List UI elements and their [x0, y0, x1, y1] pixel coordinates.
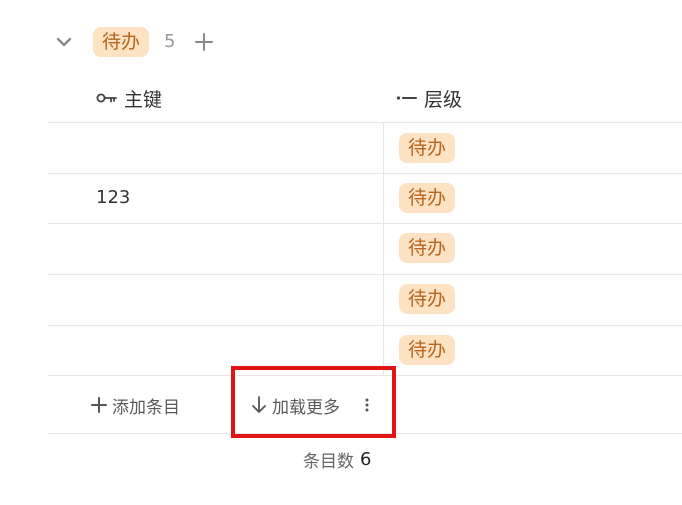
chevron-down-icon[interactable]	[54, 32, 74, 52]
table-row[interactable]: 123 待办	[0, 173, 682, 223]
more-options-icon[interactable]	[360, 396, 374, 414]
add-entry-label: 添加条目	[112, 397, 180, 418]
level-tag[interactable]: 待办	[399, 284, 456, 314]
key-icon	[96, 93, 117, 103]
column-header-level-label: 层级	[424, 88, 463, 111]
group-header: 待办 5	[0, 22, 682, 62]
column-header-level[interactable]: 层级	[396, 78, 462, 118]
level-tag[interactable]: 待办	[399, 335, 456, 365]
level-icon	[396, 96, 417, 100]
arrow-down-icon	[252, 396, 266, 413]
entry-count-label: 条目数	[303, 452, 354, 472]
cell-key[interactable]: 123	[96, 173, 130, 223]
level-tag[interactable]: 待办	[399, 183, 456, 213]
plus-icon	[91, 397, 107, 413]
table-row[interactable]: 待办	[0, 325, 682, 375]
table-row[interactable]: 待办	[0, 223, 682, 273]
add-entry-button[interactable]: 添加条目	[90, 390, 180, 420]
column-header-key-label: 主键	[124, 88, 163, 111]
entry-count: 条目数 6	[303, 447, 371, 472]
column-header-key[interactable]: 主键	[96, 78, 162, 118]
group-status-tag: 待办	[93, 27, 150, 57]
add-icon[interactable]	[194, 32, 214, 52]
load-more-button[interactable]: 加载更多	[250, 390, 340, 420]
level-tag[interactable]: 待办	[399, 133, 456, 163]
divider	[48, 433, 682, 434]
level-tag[interactable]: 待办	[399, 233, 456, 263]
entry-count-value: 6	[360, 449, 372, 470]
table-row[interactable]: 待办	[0, 123, 682, 173]
group-count: 5	[164, 31, 176, 52]
table-footer: 添加条目 加载更多	[0, 376, 682, 433]
load-more-label: 加载更多	[272, 397, 340, 418]
table-row[interactable]: 待办	[0, 274, 682, 324]
